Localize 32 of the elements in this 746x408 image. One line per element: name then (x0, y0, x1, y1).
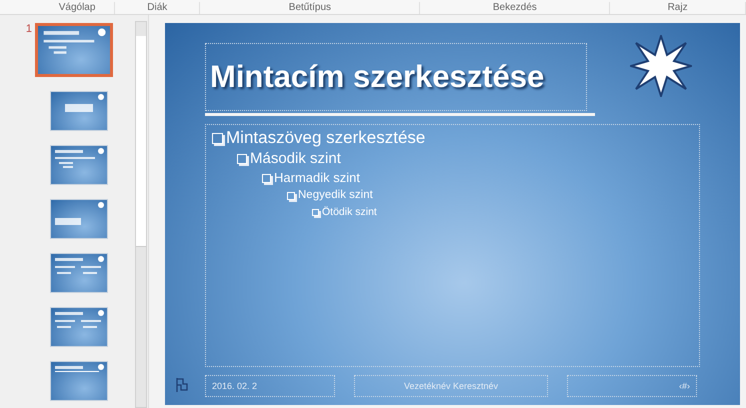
bullet-text: Harmadik szint (274, 169, 360, 187)
bullet-text: Mintaszöveg szerkesztése (226, 127, 426, 149)
slide-thumbnail[interactable] (50, 91, 108, 131)
slide-thumbnail[interactable] (50, 199, 108, 239)
star-icon (630, 35, 692, 97)
bullet-text: Ötödik szint (322, 205, 377, 220)
bullet-icon (312, 208, 319, 216)
bullet-icon (287, 192, 295, 200)
bullet-icon (237, 154, 247, 164)
slide-thumbnail[interactable] (50, 145, 108, 185)
content-placeholder[interactable]: Mintaszöveg szerkesztése Második szint Harmadik szint Negyedik szint Ötödik szint (205, 124, 700, 367)
ribbon-group-label: Vágólap (40, 2, 116, 14)
page-number-placeholder[interactable]: ‹#› (567, 375, 697, 397)
date-placeholder[interactable]: 2016. 02. 2 (205, 375, 335, 397)
footer-placeholder[interactable]: Vezetéknév Keresztnév (354, 375, 548, 397)
title-placeholder[interactable]: Mintacím szerkesztése (205, 43, 587, 111)
slide-number: 1 (24, 23, 32, 35)
slide-thumbnail[interactable] (50, 253, 108, 293)
bullet-text: Negyedik szint (298, 188, 373, 203)
ribbon-group-label: Betűtípus (200, 2, 420, 14)
scrollbar[interactable] (135, 21, 147, 408)
bullet-icon (262, 174, 271, 182)
ribbon-group-label: Rajz (610, 2, 746, 14)
ribbon-group-label: Bekezdés (420, 2, 610, 14)
flag-icon (175, 377, 189, 393)
slide-thumbnail[interactable] (35, 23, 113, 77)
slide-title: Mintacím szerkesztése (210, 59, 544, 95)
bullet-text: Második szint (250, 149, 341, 169)
bullet-icon (212, 132, 223, 144)
slide-thumbnail[interactable] (50, 307, 108, 347)
ribbon-group-label: Diák (115, 2, 200, 14)
slide-thumbnail[interactable] (50, 361, 108, 401)
